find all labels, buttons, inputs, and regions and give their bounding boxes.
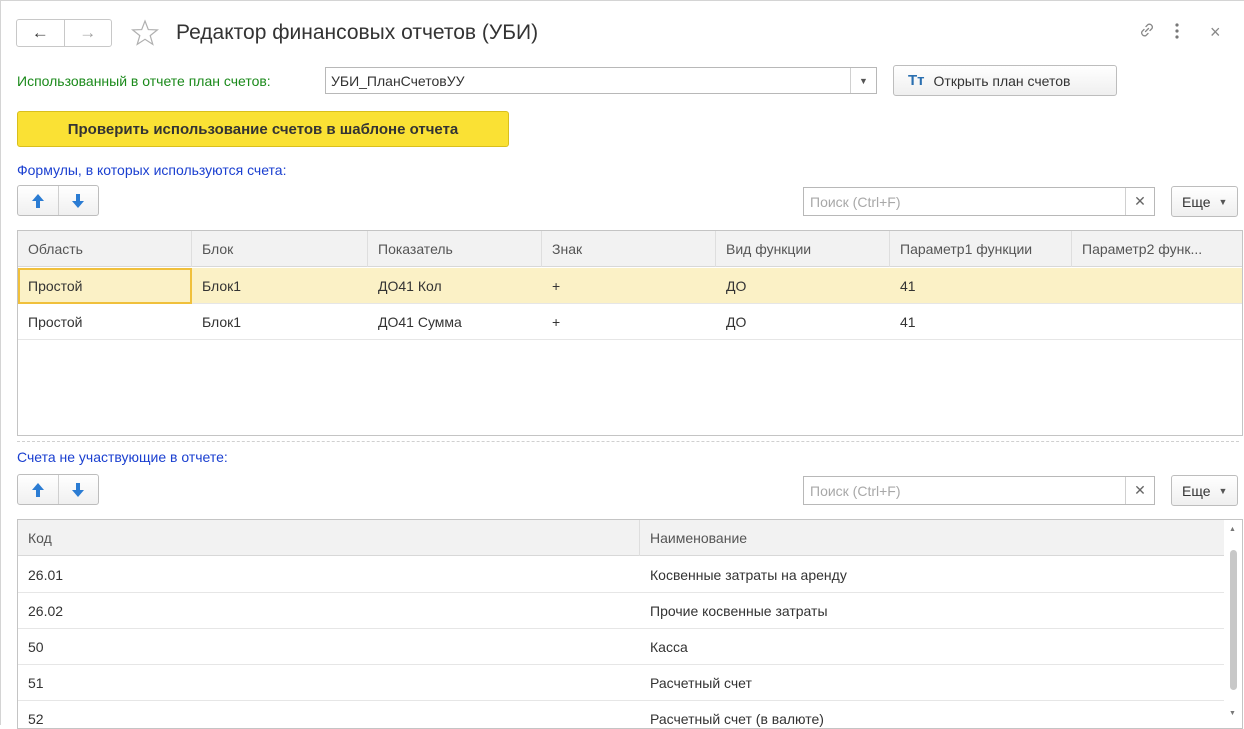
cell-function-type[interactable]: ДО [716,268,890,304]
formulas-search-input[interactable] [804,188,1126,215]
section-divider [17,441,1239,442]
scroll-up-icon[interactable]: ▲ [1229,526,1236,533]
unused-accounts-label: Счета не участвующие в отчете: [17,449,228,465]
unused-table-header: Код Наименование [18,520,1226,556]
table-row[interactable]: Простой Блок1 ДО41 Сумма + ДО 41 [18,304,1242,340]
col-header-param2[interactable]: Параметр2 функ... [1072,231,1242,267]
unused-search: ✕ [803,476,1155,505]
arrow-down-icon [72,193,85,208]
col-header-block[interactable]: Блок [192,231,368,267]
forward-button[interactable]: → [63,20,112,46]
col-header-name[interactable]: Наименование [640,520,1226,556]
plan-label: Использованный в отчете план счетов: [17,73,271,89]
cell-param2[interactable] [1072,268,1242,304]
col-header-code[interactable]: Код [18,520,640,556]
plan-value: УБИ_ПланСчетовУУ [331,73,465,89]
caret-down-icon: ▼ [1218,196,1228,207]
unused-move-buttons [17,474,99,505]
report-editor-window: ← → Редактор финансовых отчетов (УБИ) × … [0,0,1244,729]
col-header-area[interactable]: Область [18,231,192,267]
cell-area[interactable]: Простой [18,304,192,340]
move-down-button[interactable] [57,186,99,215]
col-header-param1[interactable]: Параметр1 функции [890,231,1072,267]
cell-code[interactable]: 26.01 [18,557,640,593]
col-header-indicator[interactable]: Показатель [368,231,542,267]
nav-buttons: ← → [16,19,112,47]
unused-more-button[interactable]: Еще ▼ [1171,475,1238,506]
title-bar: ← → Редактор финансовых отчетов (УБИ) × [1,1,1244,59]
table-row[interactable]: Простой Блок1 ДО41 Кол + ДО 41 [18,268,1242,304]
cell-name[interactable]: Расчетный счет [640,665,1226,701]
vertical-scrollbar[interactable]: ▲ ▼ [1224,520,1242,728]
cell-area[interactable]: Простой [18,268,192,304]
plan-select[interactable]: УБИ_ПланСчетовУУ ▼ [325,67,877,94]
formulas-move-buttons [17,185,99,216]
back-arrow-icon: ← [31,23,49,42]
forward-arrow-icon: → [79,23,97,42]
cell-sign[interactable]: + [542,268,716,304]
cell-code[interactable]: 51 [18,665,640,701]
arrow-up-icon [31,193,44,208]
cell-block[interactable]: Блок1 [192,304,368,340]
open-plan-label: Открыть план счетов [933,72,1071,89]
chevron-down-icon[interactable]: ▼ [850,68,876,93]
open-plan-button[interactable]: Тт Открыть план счетов [893,65,1117,96]
table-row[interactable]: 50 Касса [18,629,1226,665]
check-accounts-button[interactable]: Проверить использование счетов в шаблоне… [17,111,509,147]
more-label: Еще [1182,193,1211,210]
cell-name[interactable]: Прочие косвенные затраты [640,593,1226,629]
arrow-up-icon [31,482,44,497]
table-row[interactable]: 26.02 Прочие косвенные затраты [18,593,1226,629]
formulas-more-button[interactable]: Еще ▼ [1171,186,1238,217]
favorite-star-icon[interactable] [131,19,159,47]
more-vertical-icon[interactable] [1173,22,1181,40]
scroll-down-icon[interactable]: ▼ [1229,710,1236,717]
table-row[interactable]: 26.01 Косвенные затраты на аренду [18,557,1226,593]
scrollbar-thumb[interactable] [1230,550,1237,690]
unused-search-input[interactable] [804,477,1126,504]
cell-param2[interactable] [1072,304,1242,340]
col-header-sign[interactable]: Знак [542,231,716,267]
formulas-table: Область Блок Показатель Знак Вид функции… [17,230,1243,436]
cell-function-type[interactable]: ДО [716,304,890,340]
cell-name[interactable]: Касса [640,629,1226,665]
unused-accounts-table: Код Наименование 26.01 Косвенные затраты… [17,519,1243,729]
formulas-table-header: Область Блок Показатель Знак Вид функции… [18,231,1242,267]
caret-down-icon: ▼ [1218,485,1228,496]
link-icon[interactable] [1138,21,1156,39]
cell-param1[interactable]: 41 [890,304,1072,340]
cell-name[interactable]: Косвенные затраты на аренду [640,557,1226,593]
formulas-label: Формулы, в которых используются счета: [17,162,287,178]
formulas-search: ✕ [803,187,1155,216]
col-header-function-type[interactable]: Вид функции [716,231,890,267]
cell-code[interactable]: 26.02 [18,593,640,629]
cell-indicator[interactable]: ДО41 Сумма [368,304,542,340]
more-label: Еще [1182,482,1211,499]
table-row[interactable]: 51 Расчетный счет [18,665,1226,701]
arrow-down-icon [72,482,85,497]
cell-param1[interactable]: 41 [890,268,1072,304]
cell-block[interactable]: Блок1 [192,268,368,304]
move-up-button[interactable] [18,475,58,504]
move-up-button[interactable] [18,186,58,215]
text-format-icon: Тт [908,72,925,89]
cell-code[interactable]: 50 [18,629,640,665]
cell-indicator[interactable]: ДО41 Кол [368,268,542,304]
clear-search-icon[interactable]: ✕ [1125,477,1154,504]
back-button[interactable]: ← [17,20,64,46]
clear-search-icon[interactable]: ✕ [1125,188,1154,215]
move-down-button[interactable] [57,475,99,504]
close-icon[interactable]: × [1210,22,1221,43]
cell-sign[interactable]: + [542,304,716,340]
window-title: Редактор финансовых отчетов (УБИ) [176,21,539,44]
